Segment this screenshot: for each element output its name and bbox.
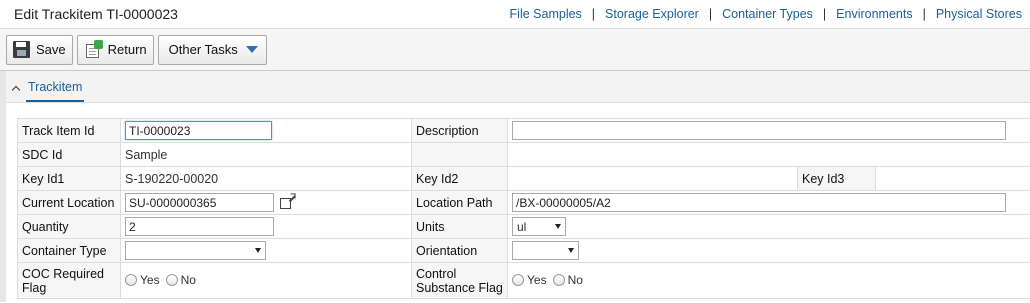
control-substance-yes-label: Yes [527,272,547,287]
caret-down-icon [245,46,258,53]
control-substance-flag-cell: Yes No [506,262,1030,299]
page-title: Edit Trackitem TI-0000023 [14,6,178,22]
current-location-input[interactable] [125,193,274,212]
coc-required-flag-label: COC Required Flag [17,262,121,299]
tab-trackitem[interactable]: Trackitem [26,80,85,102]
nav-separator: | [822,7,827,21]
content-area: Trackitem Track Item Id Description SDC … [0,71,1030,302]
coc-required-no-radio[interactable] [165,273,178,286]
nav-link-container-types[interactable]: Container Types [722,7,813,21]
description-input[interactable] [512,121,1006,140]
nav-link-file-samples[interactable]: File Samples [510,7,582,21]
units-cell: ul [506,214,1030,239]
coc-required-yes-label: Yes [140,272,160,287]
header: Edit Trackitem TI-0000023 File Samples |… [0,0,1030,29]
key-id2-value [507,166,798,191]
coc-required-yes-radio[interactable] [125,273,137,286]
coc-required-no-label: No [180,272,196,287]
key-id2-label: Key Id2 [411,166,508,191]
description-label: Description [411,118,508,143]
orientation-cell [506,238,1030,263]
return-button[interactable]: Return [76,34,154,65]
trackitem-form: Track Item Id Description SDC Id Sample … [17,118,1030,299]
nav-separator: | [922,7,926,21]
dropdown-arrow-icon [555,224,561,229]
coc-required-flag-radio-group: Yes No [125,273,202,287]
key-id3-value [874,166,1030,191]
nav-link-storage-explorer[interactable]: Storage Explorer [605,7,699,21]
return-button-label: Return [107,42,147,57]
dropdown-arrow-icon [568,248,574,253]
save-button[interactable]: Save [6,34,73,65]
units-label: Units [411,214,508,239]
units-select[interactable]: ul [512,217,566,236]
nav-separator: | [708,7,713,21]
external-link-icon[interactable] [280,195,296,210]
key-id3-label: Key Id3 [797,166,876,191]
container-type-select[interactable] [125,241,266,260]
form-row: Quantity Units ul [17,214,1030,239]
left-strip [0,71,6,302]
quantity-input[interactable] [125,217,274,236]
key-id1-label: Key Id1 [17,166,121,191]
chevron-up-icon [11,85,21,95]
nav-link-physical-stores[interactable]: Physical Stores [936,7,1022,21]
save-button-label: Save [36,42,66,57]
current-location-cell [120,190,412,215]
control-substance-flag-radio-group: Yes No [512,273,589,287]
save-icon [13,41,30,58]
nav-separator: | [591,7,596,21]
control-substance-yes-radio[interactable] [512,273,524,286]
other-tasks-label: Other Tasks [168,42,238,57]
nav-link-environments[interactable]: Environments [836,7,912,21]
sdc-id-label: SDC Id [17,142,121,167]
location-path-input[interactable] [512,193,1006,212]
form-row: COC Required Flag Yes No Control Substan… [17,262,1030,299]
orientation-label: Orientation [411,238,508,263]
location-path-cell [506,190,1030,215]
quantity-cell [120,214,412,239]
control-substance-no-label: No [567,272,583,287]
dropdown-arrow-icon [255,248,261,253]
quantity-label: Quantity [17,214,121,239]
form-row: Track Item Id Description [17,118,1030,143]
form-row: Current Location Location Path [17,190,1030,215]
track-item-id-input[interactable] [125,121,272,140]
key-id1-value: S-190220-00020 [120,166,412,191]
return-icon [84,39,103,59]
other-tasks-button[interactable]: Other Tasks [157,34,267,65]
section-header: Trackitem [6,71,1030,103]
toolbar: Save Return Other Tasks [0,29,1030,71]
track-item-id-label: Track Item Id [17,118,121,143]
current-location-label: Current Location [17,190,121,215]
form-row: Container Type Orientation [17,238,1030,263]
form-row: Key Id1 S-190220-00020 Key Id2 Key Id3 [17,166,1030,191]
control-substance-flag-label: Control Substance Flag [411,262,508,299]
coc-required-flag-cell: Yes No [120,262,412,299]
track-item-id-cell [120,118,412,143]
top-nav: File Samples | Storage Explorer | Contai… [510,7,1022,21]
collapse-toggle[interactable] [9,84,23,95]
orientation-select[interactable] [512,241,579,260]
container-type-cell [120,238,412,263]
location-path-label: Location Path [411,190,508,215]
sdc-id-value: Sample [120,142,412,167]
container-type-label: Container Type [17,238,121,263]
description-cell [506,118,1030,143]
units-selected-value: ul [517,219,527,234]
form-row: SDC Id Sample [17,142,1030,167]
control-substance-no-radio[interactable] [552,273,565,286]
